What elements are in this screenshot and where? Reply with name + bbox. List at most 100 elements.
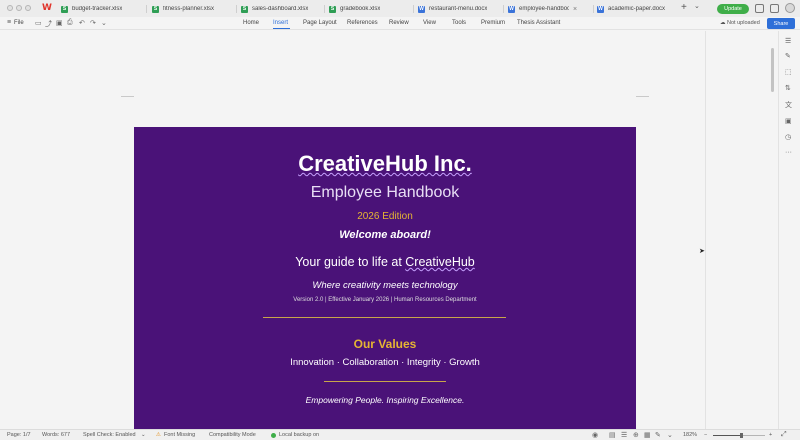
export-icon[interactable]: ⤴	[45, 19, 52, 29]
guide-text[interactable]: Your guide to life at CreativeHub	[134, 255, 636, 269]
welcome-text[interactable]: Welcome aboard!	[134, 229, 636, 241]
zoom-slider-fill	[713, 435, 742, 436]
file-menu[interactable]: File	[14, 20, 24, 26]
right-sidebar: ☰ ✎ ⬚ ⇅ 文 ▣ ◷ ···	[778, 31, 800, 429]
spell-check-status[interactable]: Spell Check: Enabled	[83, 432, 136, 438]
save-icon[interactable]: ▣	[56, 19, 63, 27]
select-icon[interactable]: ⬚	[785, 68, 792, 76]
local-backup-status[interactable]: Local backup on	[279, 432, 319, 438]
tab-divider	[593, 5, 594, 13]
tab-restaurant-menu[interactable]: W restaurant-menu.docx	[418, 2, 502, 16]
margin-marker	[121, 96, 134, 97]
compatibility-mode[interactable]: Compatibility Mode	[209, 432, 256, 438]
pen-icon[interactable]: ✎	[785, 52, 791, 60]
adjust-icon[interactable]: ⇅	[785, 84, 791, 92]
word-count[interactable]: Words: 677	[42, 432, 70, 438]
tab-references[interactable]: References	[347, 20, 378, 26]
minimize-window-button[interactable]	[16, 5, 22, 11]
update-button[interactable]: Update	[717, 4, 749, 14]
translate-icon[interactable]: 文	[785, 100, 792, 110]
warning-icon: ⚠	[156, 432, 161, 438]
zoom-in-icon[interactable]: +	[769, 432, 772, 438]
spreadsheet-icon: S	[61, 5, 68, 13]
cloud-status-label: Not uploaded	[727, 20, 760, 26]
tab-thesis-assistant[interactable]: Thesis Assistant	[517, 20, 560, 26]
values-heading[interactable]: Our Values	[134, 337, 636, 351]
title-tab-bar: W S budget-tracker.xlsx S fitness-planne…	[0, 0, 800, 17]
tab-home[interactable]: Home	[243, 20, 259, 26]
history-icon[interactable]: ◷	[785, 133, 791, 141]
zoom-slider[interactable]	[713, 433, 765, 438]
avatar[interactable]	[785, 3, 795, 13]
divider-line	[324, 381, 446, 382]
chevron-down-icon[interactable]: ⌄	[101, 19, 107, 27]
tab-premium[interactable]: Premium	[481, 20, 505, 26]
scrollbar-thumb[interactable]	[771, 48, 774, 92]
tab-divider	[324, 5, 325, 13]
outline-view-icon[interactable]: ▦	[644, 431, 651, 439]
close-tab-icon[interactable]: ×	[573, 6, 577, 13]
tab-label: employee-handbook	[519, 6, 569, 12]
eye-icon[interactable]: ◉	[592, 431, 598, 439]
maximize-window-button[interactable]	[25, 5, 31, 11]
share-button[interactable]: Share	[767, 18, 795, 29]
sliders-icon[interactable]: ☰	[785, 37, 791, 45]
image-icon[interactable]: ▣	[785, 117, 792, 125]
page-view-icon[interactable]: ▤	[609, 431, 616, 439]
spreadsheet-icon: S	[152, 5, 159, 13]
vertical-scrollbar[interactable]	[771, 44, 775, 427]
mouse-cursor-icon: ➤	[699, 248, 705, 255]
list-view-icon[interactable]: ☰	[621, 431, 627, 439]
tab-label: budget-tracker.xlsx	[72, 6, 123, 12]
new-tab-icon[interactable]: +	[681, 2, 687, 13]
company-name-text: CreativeHub Inc.	[298, 151, 472, 176]
fit-page-icon[interactable]: ⤢	[781, 431, 787, 439]
tab-divider	[236, 5, 237, 13]
undo-icon[interactable]: ↶	[79, 19, 85, 27]
ribbon-toolbar: ≡ File ▭ ⤴ ▣ ⎙ ↶ ↷ ⌄ Home Insert Page La…	[0, 17, 800, 30]
tab-gradebook[interactable]: S gradebook.xlsx	[329, 2, 411, 16]
redo-icon[interactable]: ↷	[90, 19, 96, 27]
font-missing-status[interactable]: Font Missing	[164, 432, 195, 438]
print-icon[interactable]: ⎙	[67, 19, 73, 27]
version-line[interactable]: Version 2.0 | Effective January 2026 | H…	[134, 297, 636, 303]
window-layout-icon[interactable]	[755, 4, 764, 13]
company-name[interactable]: CreativeHub Inc.	[134, 151, 636, 177]
tab-fitness-planner[interactable]: S fitness-planner.xlsx	[152, 2, 234, 16]
web-view-icon[interactable]: ⊕	[633, 431, 639, 439]
fullscreen-icon[interactable]	[770, 4, 779, 13]
document-page[interactable]: CreativeHub Inc. Employee Handbook 2026 …	[134, 127, 636, 429]
edit-mode-icon[interactable]: ✎	[655, 431, 661, 439]
closing-text[interactable]: Empowering People. Inspiring Excellence.	[134, 395, 636, 405]
tagline-text[interactable]: Where creativity meets technology	[134, 280, 636, 291]
tab-review[interactable]: Review	[389, 20, 409, 26]
zoom-level[interactable]: 182%	[683, 432, 697, 438]
tab-page-layout[interactable]: Page Layout	[303, 20, 337, 26]
tab-view[interactable]: View	[423, 20, 436, 26]
tab-employee-handbook[interactable]: W employee-handbook ×	[508, 2, 592, 16]
chevron-down-icon[interactable]: ⌄	[667, 431, 673, 439]
wps-logo-icon[interactable]: W	[42, 3, 52, 13]
document-subtitle[interactable]: Employee Handbook	[134, 184, 636, 202]
page-count[interactable]: Page: 1/7	[7, 432, 31, 438]
folder-icon[interactable]: ▭	[35, 19, 42, 27]
tab-budget-tracker[interactable]: S budget-tracker.xlsx	[61, 2, 143, 16]
chevron-down-icon[interactable]: ⌄	[141, 432, 146, 438]
document-icon: W	[418, 5, 425, 13]
more-icon[interactable]: ···	[785, 149, 792, 156]
divider-line	[263, 317, 506, 318]
document-canvas[interactable]: CreativeHub Inc. Employee Handbook 2026 …	[0, 31, 705, 429]
tab-sales-dashboard[interactable]: S sales-dashboard.xlsx	[241, 2, 323, 16]
edition-label[interactable]: 2026 Edition	[134, 211, 636, 222]
zoom-out-icon[interactable]: −	[704, 432, 707, 438]
tab-insert[interactable]: Insert	[273, 20, 288, 26]
tab-academic-paper[interactable]: W academic-paper.docx	[597, 2, 677, 16]
close-window-button[interactable]	[7, 5, 13, 11]
values-list[interactable]: Innovation · Collaboration · Integrity ·…	[134, 357, 636, 368]
chevron-down-icon[interactable]: ⌄	[694, 2, 700, 10]
tab-tools[interactable]: Tools	[452, 20, 466, 26]
tab-label: restaurant-menu.docx	[429, 6, 488, 12]
menu-icon[interactable]: ≡	[7, 19, 11, 26]
zoom-slider-handle[interactable]	[740, 433, 744, 438]
cloud-status[interactable]: ☁ Not uploaded	[720, 20, 760, 26]
